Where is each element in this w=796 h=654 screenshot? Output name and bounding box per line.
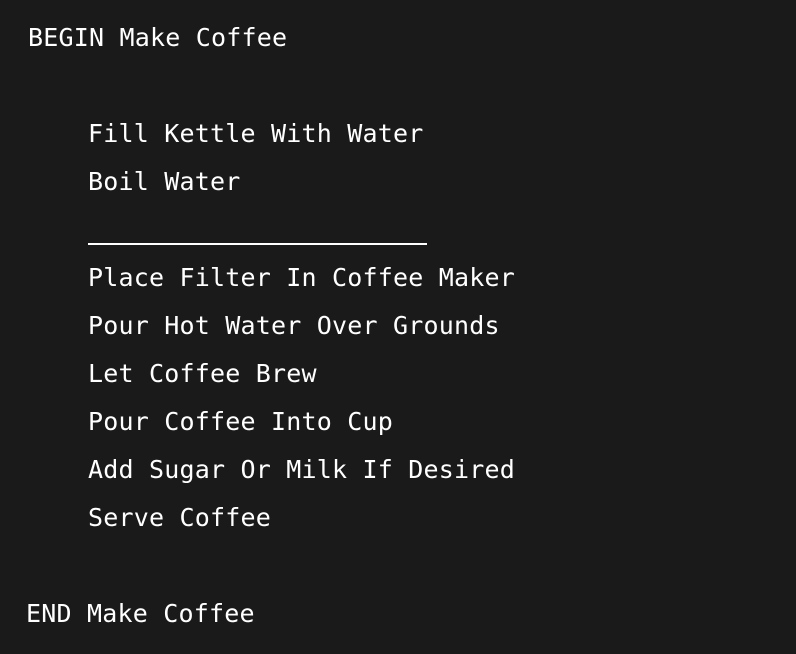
step-place-filter: Place Filter In Coffee Maker — [88, 263, 516, 292]
begin-line: BEGIN Make Coffee — [28, 23, 288, 52]
step-pour-water: Pour Hot Water Over Grounds — [88, 311, 500, 340]
step-boil-water: Boil Water — [88, 167, 241, 196]
step-fill-kettle: Fill Kettle With Water — [88, 119, 424, 148]
missing-step-blank — [88, 243, 427, 245]
step-add-sugar-milk: Add Sugar Or Milk If Desired — [88, 455, 516, 484]
pseudocode-panel: BEGIN Make Coffee Fill Kettle With Water… — [0, 0, 796, 654]
end-line: END Make Coffee — [26, 599, 255, 628]
step-serve-coffee: Serve Coffee — [88, 503, 272, 532]
step-let-brew: Let Coffee Brew — [88, 359, 317, 388]
step-pour-coffee: Pour Coffee Into Cup — [88, 407, 394, 436]
